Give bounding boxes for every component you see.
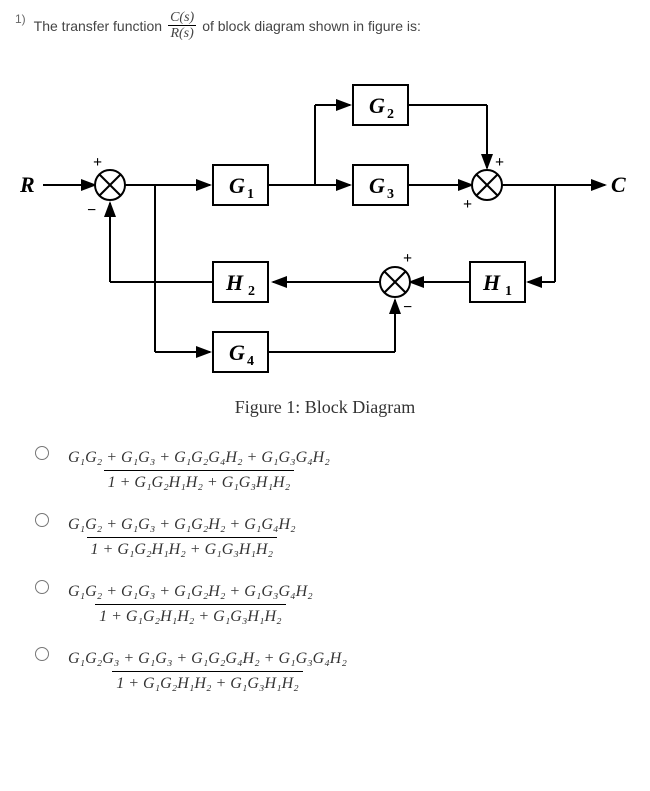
option-1-den: 1 + G₁G₂H₁H₂ + G₁G₃H₁H₂	[104, 470, 295, 493]
label-G2: G	[369, 93, 385, 118]
label-G3-sub: 3	[387, 187, 394, 202]
question-header: 1) The transfer function C(s) R(s) of bl…	[15, 10, 635, 42]
option-3: G₁G₂ + G₁G₃ + G₁G₂H₂ + G₁G₃G₄H₂ 1 + G₁G₂…	[30, 582, 635, 627]
option-2-radio[interactable]	[35, 513, 49, 527]
label-H2-sub: 2	[248, 284, 255, 299]
fraction-denominator: R(s)	[168, 25, 195, 41]
option-1: G₁G₂ + G₁G₃ + G₁G₂G₄H₂ + G₁G₃G₄H₂ 1 + G₁…	[30, 448, 635, 493]
option-2-den: 1 + G₁G₂H₁H₂ + G₁G₃H₁H₂	[87, 537, 278, 560]
option-4-num: G₁G₂G₃ + G₁G₃ + G₁G₂G₄H₂ + G₁G₃G₄H₂	[64, 649, 351, 671]
option-3-radio[interactable]	[35, 580, 49, 594]
option-4-den: 1 + G₁G₂H₁H₂ + G₁G₃H₁H₂	[112, 671, 303, 694]
option-4-radio[interactable]	[35, 647, 49, 661]
sign-plus-3: +	[403, 250, 412, 267]
sign-minus-1: −	[87, 202, 96, 219]
label-H1-sub: 1	[505, 284, 512, 299]
question-text-pre: The transfer function	[34, 18, 162, 34]
diagram-svg: .blk { fill:#fff; stroke:#000; stroke-wi…	[15, 57, 630, 377]
question-number: 1)	[15, 12, 26, 26]
label-H2: H	[225, 270, 244, 295]
sign-plus-1: +	[93, 154, 102, 171]
transfer-fraction: C(s) R(s)	[168, 10, 196, 42]
label-G4: G	[229, 340, 245, 365]
answer-options: G₁G₂ + G₁G₃ + G₁G₂G₄H₂ + G₁G₃G₄H₂ 1 + G₁…	[30, 448, 635, 694]
sign-plus-2a: +	[495, 154, 504, 171]
option-4-formula: G₁G₂G₃ + G₁G₃ + G₁G₂G₄H₂ + G₁G₃G₄H₂ 1 + …	[64, 649, 351, 694]
label-G3: G	[369, 173, 385, 198]
sign-plus-2b: +	[463, 196, 472, 213]
option-2-formula: G₁G₂ + G₁G₃ + G₁G₂H₂ + G₁G₄H₂ 1 + G₁G₂H₁…	[64, 515, 300, 560]
label-G4-sub: 4	[247, 354, 254, 369]
diagram-caption: Figure 1: Block Diagram	[15, 397, 635, 418]
label-R: R	[19, 172, 35, 197]
option-3-formula: G₁G₂ + G₁G₃ + G₁G₂H₂ + G₁G₃G₄H₂ 1 + G₁G₂…	[64, 582, 317, 627]
option-1-radio[interactable]	[35, 446, 49, 460]
question-text-post: of block diagram shown in figure is:	[202, 18, 421, 34]
label-C: C	[611, 172, 626, 197]
sign-minus-3: −	[403, 299, 412, 316]
label-G1-sub: 1	[247, 187, 254, 202]
option-2: G₁G₂ + G₁G₃ + G₁G₂H₂ + G₁G₄H₂ 1 + G₁G₂H₁…	[30, 515, 635, 560]
option-2-num: G₁G₂ + G₁G₃ + G₁G₂H₂ + G₁G₄H₂	[64, 515, 300, 537]
label-G1: G	[229, 173, 245, 198]
label-H1: H	[482, 270, 501, 295]
label-G2-sub: 2	[387, 107, 394, 122]
option-1-num: G₁G₂ + G₁G₃ + G₁G₂G₄H₂ + G₁G₃G₄H₂	[64, 448, 334, 470]
option-3-num: G₁G₂ + G₁G₃ + G₁G₂H₂ + G₁G₃G₄H₂	[64, 582, 317, 604]
block-diagram: .blk { fill:#fff; stroke:#000; stroke-wi…	[15, 57, 630, 377]
fraction-numerator: C(s)	[168, 10, 196, 25]
option-1-formula: G₁G₂ + G₁G₃ + G₁G₂G₄H₂ + G₁G₃G₄H₂ 1 + G₁…	[64, 448, 334, 493]
question-text: The transfer function C(s) R(s) of block…	[34, 10, 421, 42]
option-4: G₁G₂G₃ + G₁G₃ + G₁G₂G₄H₂ + G₁G₃G₄H₂ 1 + …	[30, 649, 635, 694]
option-3-den: 1 + G₁G₂H₁H₂ + G₁G₃H₁H₂	[95, 604, 286, 627]
